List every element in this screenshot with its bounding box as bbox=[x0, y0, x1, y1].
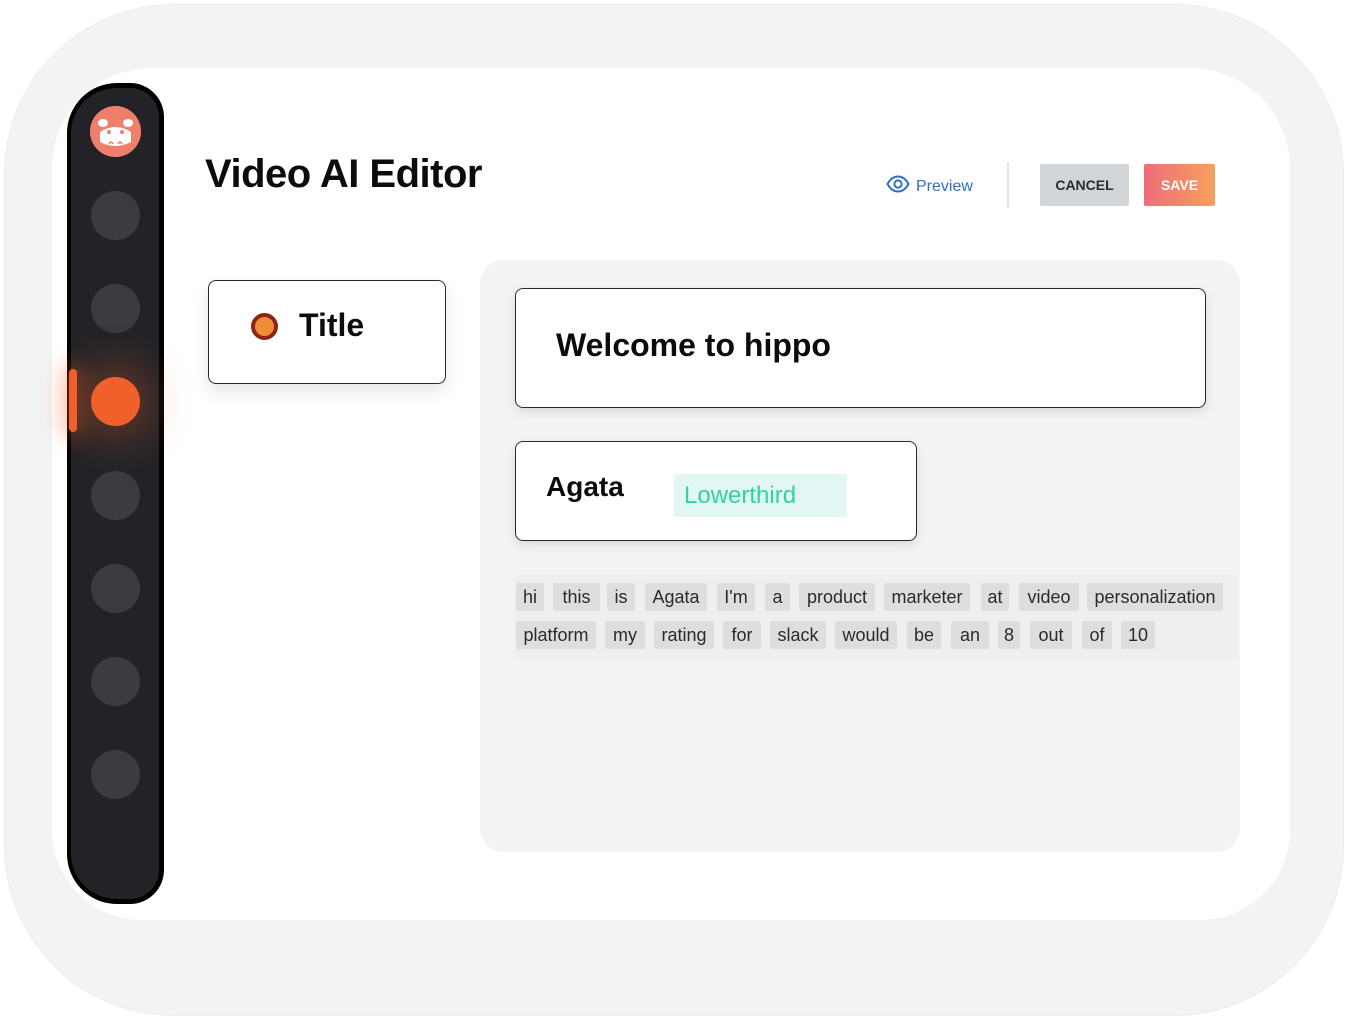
sidebar-item-1[interactable] bbox=[91, 191, 140, 240]
title-text-value: Welcome to hippo bbox=[556, 327, 831, 363]
transcript-word[interactable]: 10 bbox=[1121, 621, 1155, 649]
transcript-word[interactable]: 8 bbox=[998, 621, 1020, 649]
record-dot-icon bbox=[251, 313, 278, 340]
transcript-word[interactable]: slack bbox=[770, 621, 826, 649]
title-text-field[interactable]: Welcome to hippo bbox=[515, 288, 1206, 408]
sidebar-item-2[interactable] bbox=[91, 284, 140, 333]
transcript-word[interactable]: of bbox=[1082, 621, 1112, 649]
sidebar-item-3-active[interactable] bbox=[91, 377, 140, 426]
transcript-word[interactable]: be bbox=[907, 621, 941, 649]
transcript-word[interactable]: for bbox=[723, 621, 761, 649]
eye-icon bbox=[886, 172, 910, 201]
preview-label: Preview bbox=[916, 177, 973, 195]
transcript-word[interactable]: a bbox=[765, 583, 790, 611]
transcript-word[interactable]: video bbox=[1019, 583, 1079, 611]
header-divider bbox=[1007, 162, 1009, 208]
title-segment-label: Title bbox=[299, 307, 365, 343]
lowerthird-card[interactable]: Agata Lowerthird bbox=[515, 441, 917, 541]
transcript-word[interactable]: would bbox=[835, 621, 897, 649]
page-title: Video AI Editor bbox=[205, 152, 482, 196]
preview-link[interactable]: Preview bbox=[886, 172, 973, 201]
transcript-word[interactable]: out bbox=[1030, 621, 1072, 649]
sidebar-item-4[interactable] bbox=[91, 471, 140, 520]
transcript-word[interactable]: marketer bbox=[884, 583, 970, 611]
lowerthird-name: Agata bbox=[546, 471, 624, 502]
sidebar-item-7[interactable] bbox=[91, 750, 140, 799]
save-button[interactable]: SAVE bbox=[1144, 164, 1215, 206]
lowerthird-tag[interactable]: Lowerthird bbox=[674, 474, 847, 517]
transcript-word[interactable]: hi bbox=[516, 583, 544, 611]
transcript-word[interactable]: I'm bbox=[717, 583, 755, 611]
transcript-word[interactable]: my bbox=[605, 621, 645, 649]
transcript-word[interactable]: product bbox=[799, 583, 875, 611]
transcript-word[interactable]: rating bbox=[654, 621, 714, 649]
transcript-word[interactable]: at bbox=[981, 583, 1009, 611]
transcript-word[interactable]: Agata bbox=[645, 583, 707, 611]
transcript-word[interactable]: platform bbox=[516, 621, 596, 649]
transcript-word[interactable]: this bbox=[553, 583, 600, 611]
title-segment-card[interactable]: Title bbox=[208, 280, 446, 384]
transcript-word[interactable]: an bbox=[951, 621, 989, 649]
cancel-button[interactable]: CANCEL bbox=[1040, 164, 1129, 206]
sidebar-item-5[interactable] bbox=[91, 564, 140, 613]
sidebar-item-6[interactable] bbox=[91, 657, 140, 706]
transcript-word[interactable]: is bbox=[607, 583, 635, 611]
hippo-avatar-icon[interactable] bbox=[90, 106, 141, 157]
transcript-word[interactable]: personalization bbox=[1087, 583, 1223, 611]
active-indicator bbox=[69, 369, 77, 432]
